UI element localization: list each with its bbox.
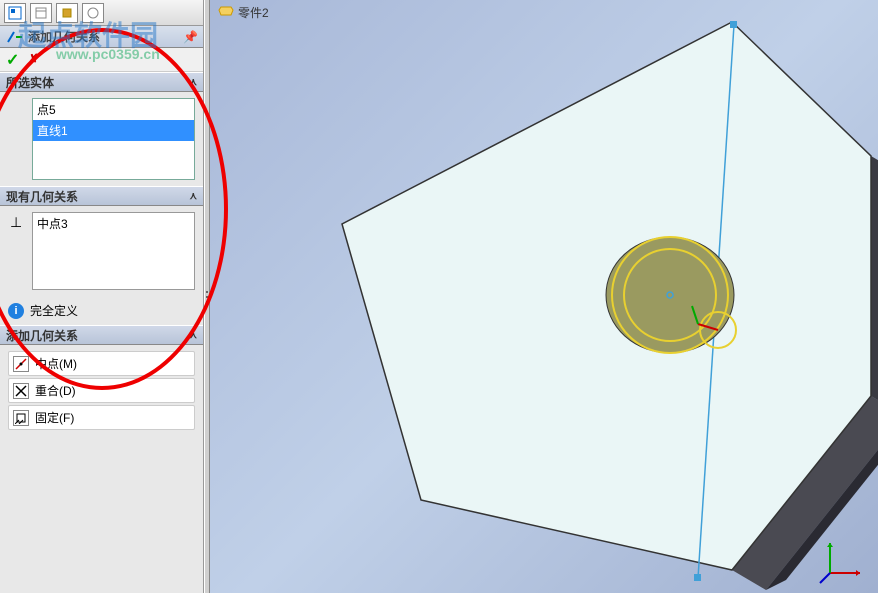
button-label: 重合(D) [35,382,76,399]
collapse-icon: ⋏ [190,330,197,341]
property-panel: 添加几何关系 📌 ✓ ✗ 所选实体 ⋏ 点5 直线1 现有几何关系 ⋏ ⊥ 中点… [0,0,204,593]
existing-relations-header[interactable]: 现有几何关系 ⋏ [0,186,203,206]
breadcrumb-text: 零件2 [238,4,269,21]
ok-button[interactable]: ✓ [6,50,19,70]
breadcrumb: 零件2 [218,4,269,21]
feature-tree-tab[interactable] [4,3,26,23]
3d-viewport[interactable]: 零件2 [210,0,878,593]
selected-entities-header[interactable]: 所选实体 ⋏ [0,72,203,92]
existing-relations-list[interactable]: 中点3 [32,212,195,290]
midpoint-button[interactable]: 中点(M) [8,351,195,376]
selected-entities-list[interactable]: 点5 直线1 [32,98,195,180]
fixed-button[interactable]: 固定(F) [8,405,195,430]
line-endpoint[interactable] [730,21,737,28]
panel-title: 添加几何关系 [28,28,183,45]
constraint-buttons: 中点(M) 重合(D) 固定(F) [0,345,203,436]
definition-status: i 完全定义 [0,296,203,325]
list-item[interactable]: 点5 [33,99,194,120]
coincident-icon [13,383,29,399]
extra-tab[interactable] [82,3,104,23]
collapse-icon: ⋏ [190,191,197,202]
midpoint-icon [13,356,29,372]
relation-type-icon: ⊥ [10,214,22,231]
panel-title-bar: 添加几何关系 📌 [0,26,203,48]
cancel-button[interactable]: ✗ [27,51,39,68]
property-tab[interactable] [30,3,52,23]
part-icon [218,4,234,21]
pin-icon[interactable]: 📌 [183,30,197,44]
status-text: 完全定义 [30,302,78,319]
hex-side-face [871,156,878,416]
button-label: 中点(M) [35,355,77,372]
center-hole [606,237,734,353]
section-label: 所选实体 [6,74,54,91]
section-label: 现有几何关系 [6,188,78,205]
line-endpoint[interactable] [694,574,701,581]
info-icon: i [8,303,24,319]
list-item[interactable]: 直线1 [33,120,194,141]
coincident-button[interactable]: 重合(D) [8,378,195,403]
collapse-icon: ⋏ [190,77,197,88]
top-tab-bar [0,0,203,26]
button-label: 固定(F) [35,409,74,426]
config-tab[interactable] [56,3,78,23]
fixed-icon [13,410,29,426]
add-relations-header[interactable]: 添加几何关系 ⋏ [0,325,203,345]
ok-cancel-bar: ✓ ✗ [0,48,203,72]
section-label: 添加几何关系 [6,327,78,344]
view-orientation-triad[interactable] [818,533,870,585]
model-geometry [270,20,878,590]
list-item[interactable]: 中点3 [33,213,194,234]
